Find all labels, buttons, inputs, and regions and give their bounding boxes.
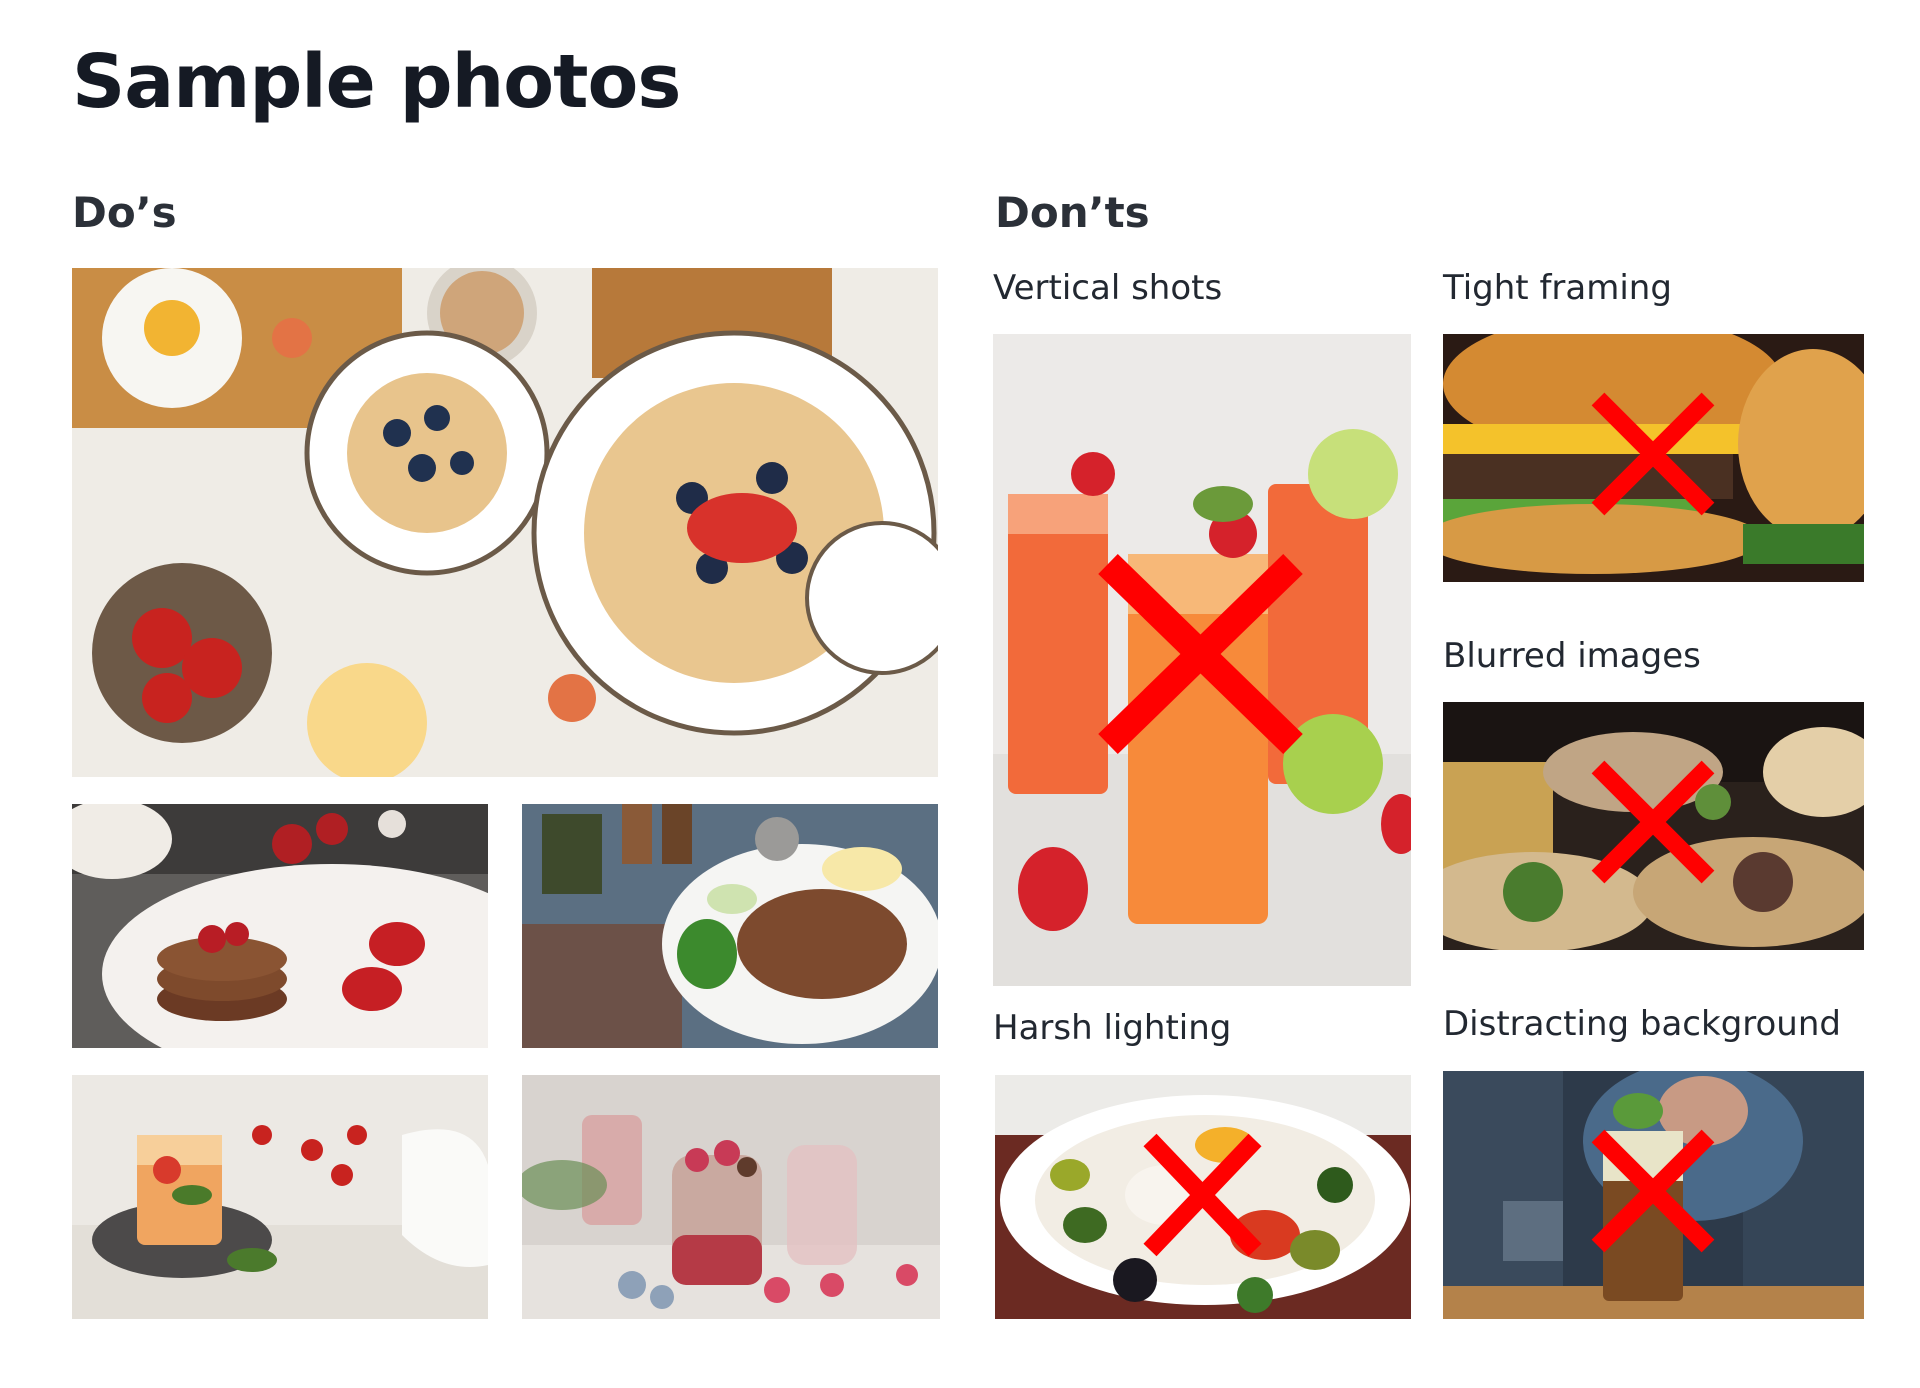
donts-heading: Don’ts <box>995 188 1150 237</box>
vertical-shots-photo <box>993 334 1411 986</box>
berry-parfait-photo <box>522 1075 940 1319</box>
page-title: Sample photos <box>72 39 681 125</box>
caption-harsh-lighting: Harsh lighting <box>993 1008 1232 1048</box>
blurred-images-photo <box>1443 702 1864 950</box>
grilled-meat-plate-photo <box>522 804 938 1048</box>
caption-tight-framing: Tight framing <box>1443 268 1672 308</box>
breakfast-spread-photo <box>72 268 938 777</box>
fruit-cocktail-photo <box>72 1075 488 1319</box>
caption-distracting-background: Distracting background <box>1443 1004 1841 1044</box>
tight-framing-photo <box>1443 334 1864 582</box>
caption-vertical-shots: Vertical shots <box>993 268 1223 308</box>
dos-heading: Do’s <box>72 188 177 237</box>
pancakes-photo <box>72 804 488 1048</box>
caption-blurred-images: Blurred images <box>1443 636 1701 676</box>
harsh-lighting-photo <box>995 1075 1411 1319</box>
distracting-background-photo <box>1443 1071 1864 1319</box>
